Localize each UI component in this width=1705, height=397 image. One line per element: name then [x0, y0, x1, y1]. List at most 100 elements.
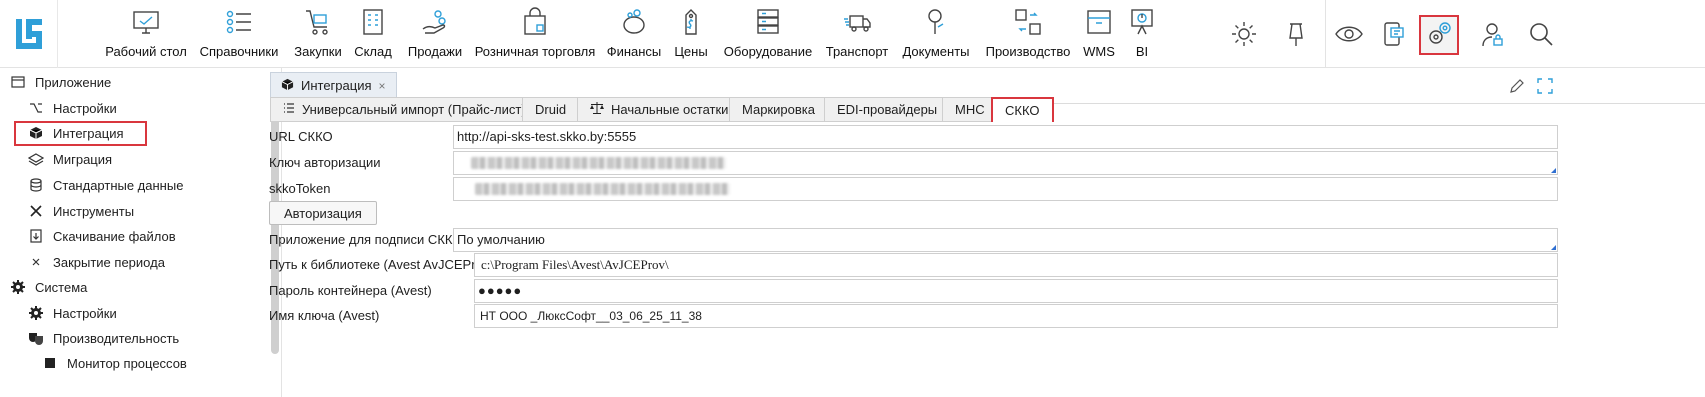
warehouse-icon [357, 6, 389, 38]
settings-subtabs: Универсальный импорт (Прайс-лист) Druid … [270, 97, 1705, 122]
lib-path-label: Путь к библиотеке (Avest AvJCEProv) [269, 257, 494, 272]
authorize-button[interactable]: Авторизация [269, 201, 377, 225]
expand-icon [1537, 77, 1553, 97]
module-equipment[interactable]: Оборудование [724, 6, 812, 64]
messages-button[interactable] [1373, 15, 1413, 55]
tab-opening-balances[interactable]: Начальные остатки [577, 97, 742, 122]
truck-icon [841, 6, 873, 38]
sidebar-item-label: Миграция [53, 151, 113, 167]
module-label: Справочники [199, 44, 279, 59]
key-name-input[interactable]: НТ ООО _ЛюксСофт__03_06_25_11_38 [474, 304, 1558, 328]
gear-icon [28, 305, 44, 321]
auth-key-input[interactable] [453, 151, 1558, 175]
tab-close-button[interactable]: × [379, 79, 386, 93]
sidebar-item-standard-data[interactable]: Стандартные данные [28, 173, 183, 197]
module-transport[interactable]: Транспорт [826, 6, 888, 64]
sidebar-item-label: Настройки [53, 100, 117, 116]
module-production[interactable]: Производство [983, 6, 1073, 64]
sidebar-item-settings[interactable]: Настройки [28, 96, 117, 120]
module-warehouse[interactable]: Склад [353, 6, 393, 64]
cart-icon [302, 6, 334, 38]
wms-box-icon [1083, 6, 1115, 38]
module-label: Розничная торговля [474, 44, 596, 59]
sidebar-group-application[interactable]: Приложение [10, 70, 111, 94]
settings-gears-icon [1424, 19, 1454, 52]
gear-icon [10, 279, 26, 295]
tab-integration[interactable]: Интеграция × [270, 72, 397, 98]
search-button[interactable] [1521, 15, 1561, 55]
app-logo[interactable] [0, 0, 58, 68]
sidebar-item-label: Монитор процессов [67, 355, 187, 371]
sun-icon [1230, 20, 1258, 51]
square-icon [42, 355, 58, 371]
module-label: BI [1135, 44, 1149, 59]
module-purchases[interactable]: Закупки [292, 6, 344, 64]
key-name-label: Имя ключа (Avest) [269, 308, 380, 323]
url-input[interactable]: http://api-sks-test.skko.by:5555 [453, 125, 1558, 149]
module-desktop[interactable]: Рабочий стол [105, 6, 187, 64]
module-retail[interactable]: Розничная торговля [474, 6, 596, 64]
module-label: Финансы [606, 44, 662, 59]
module-directories[interactable]: Справочники [199, 6, 279, 64]
container-password-input[interactable]: ●●●●● [474, 279, 1558, 303]
search-icon [1527, 20, 1555, 51]
module-sales[interactable]: Продажи [405, 6, 465, 64]
document-pen-icon [920, 6, 952, 38]
edit-button[interactable] [1506, 76, 1528, 98]
tab-marking[interactable]: Маркировка [729, 97, 828, 122]
form-row-container-password: Пароль контейнера (Avest) ●●●●● [269, 279, 1705, 303]
sign-app-select[interactable]: По умолчанию [453, 228, 1558, 252]
tab-label: Druid [535, 102, 567, 117]
module-label: Склад [354, 44, 392, 59]
theme-button[interactable] [1224, 15, 1264, 55]
sidebar-item-tools[interactable]: Инструменты [28, 199, 134, 223]
bi-chart-icon [1126, 6, 1158, 38]
module-label: Документы [902, 44, 970, 59]
tab-label: Маркировка [742, 102, 815, 117]
user-button[interactable] [1473, 15, 1513, 55]
option-icon [28, 100, 44, 116]
lib-path-input[interactable]: c:\Program Files\Avest\AvJCEProv\ [474, 253, 1558, 277]
tab-label: МНС [955, 102, 985, 117]
redacted-value [471, 157, 726, 169]
sidebar-item-migration[interactable]: Миграция [28, 147, 112, 171]
sidebar-item-process-monitor[interactable]: Монитор процессов [42, 351, 187, 375]
sidebar-item-label: Производительность [53, 330, 180, 346]
tools-icon [28, 203, 44, 219]
sidebar-item-label: Система [35, 279, 88, 295]
pencil-icon [1509, 78, 1525, 97]
tab-label: Интеграция [301, 78, 372, 93]
module-prices[interactable]: Цены [674, 6, 708, 64]
sidebar-item-system-settings[interactable]: Настройки [28, 301, 117, 325]
maximize-button[interactable] [1534, 76, 1556, 98]
sidebar-item-file-download[interactable]: Скачивание файлов [28, 224, 176, 248]
form-row-sign-app: Приложение для подписи СККО По умолчанию [269, 228, 1705, 252]
module-label: Цены [674, 44, 708, 59]
sidebar-item-performance[interactable]: Производительность [28, 326, 179, 350]
token-input[interactable] [453, 177, 1558, 201]
module-finance[interactable]: Финансы [606, 6, 662, 64]
module-documents[interactable]: Документы [902, 6, 970, 64]
form-row-token: skkoToken [269, 177, 1705, 201]
sidebar-item-period-closing[interactable]: Закрытие периода [28, 250, 165, 274]
tab-edi-providers[interactable]: EDI-провайдеры [824, 97, 951, 122]
pin-button[interactable] [1276, 15, 1316, 55]
module-wms[interactable]: WMS [1082, 6, 1116, 64]
view-button[interactable] [1329, 15, 1369, 55]
form-row-lib-path: Путь к библиотеке (Avest AvJCEProv) c:\P… [269, 253, 1705, 277]
sidebar-group-system[interactable]: Система [10, 275, 87, 299]
list-icon [223, 6, 255, 38]
module-bi[interactable]: BI [1128, 6, 1156, 64]
tab-universal-import[interactable]: Универсальный импорт (Прайс-лист) [270, 97, 539, 122]
phone-chat-icon [1379, 20, 1407, 51]
tab-mns[interactable]: МНС [942, 97, 998, 122]
production-icon [1012, 6, 1044, 38]
settings-button[interactable] [1419, 15, 1459, 55]
form-row-url: URL СККО http://api-sks-test.skko.by:555… [269, 125, 1705, 149]
toolbar-divider [1325, 0, 1326, 68]
tab-druid[interactable]: Druid [522, 97, 580, 122]
sidebar-item-label: Приложение [35, 74, 112, 90]
tab-skko[interactable]: СККО [991, 97, 1054, 122]
form-row-auth-key: Ключ авторизации [269, 151, 1705, 175]
layers-icon [28, 151, 44, 167]
